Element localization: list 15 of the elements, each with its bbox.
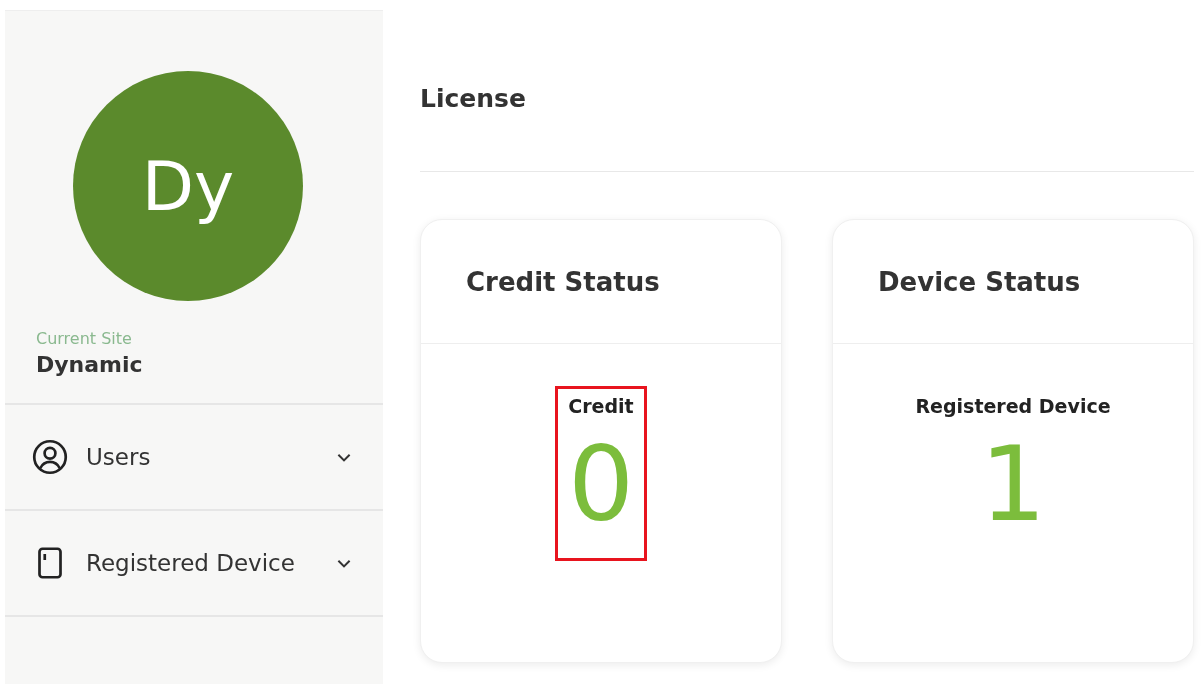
- sidebar-item[interactable]: Registered Device: [5, 511, 383, 617]
- stat-label: Registered Device: [915, 395, 1111, 417]
- site-name: Dynamic: [36, 352, 144, 377]
- user-icon: [32, 439, 68, 475]
- nav-label: Users: [86, 444, 152, 470]
- stat-label: Credit: [568, 395, 634, 417]
- stat-value: 1: [979, 422, 1047, 547]
- card-title: Device Status: [878, 266, 1081, 297]
- site-label: Current Site: [36, 329, 133, 348]
- card-title: Credit Status: [466, 266, 660, 297]
- avatar: Dy: [73, 71, 303, 301]
- sidebar-item[interactable]: Users: [5, 405, 383, 511]
- nav-label: Registered Device: [86, 550, 296, 576]
- page-title: License: [420, 10, 1194, 172]
- stat-value: 0: [567, 422, 635, 547]
